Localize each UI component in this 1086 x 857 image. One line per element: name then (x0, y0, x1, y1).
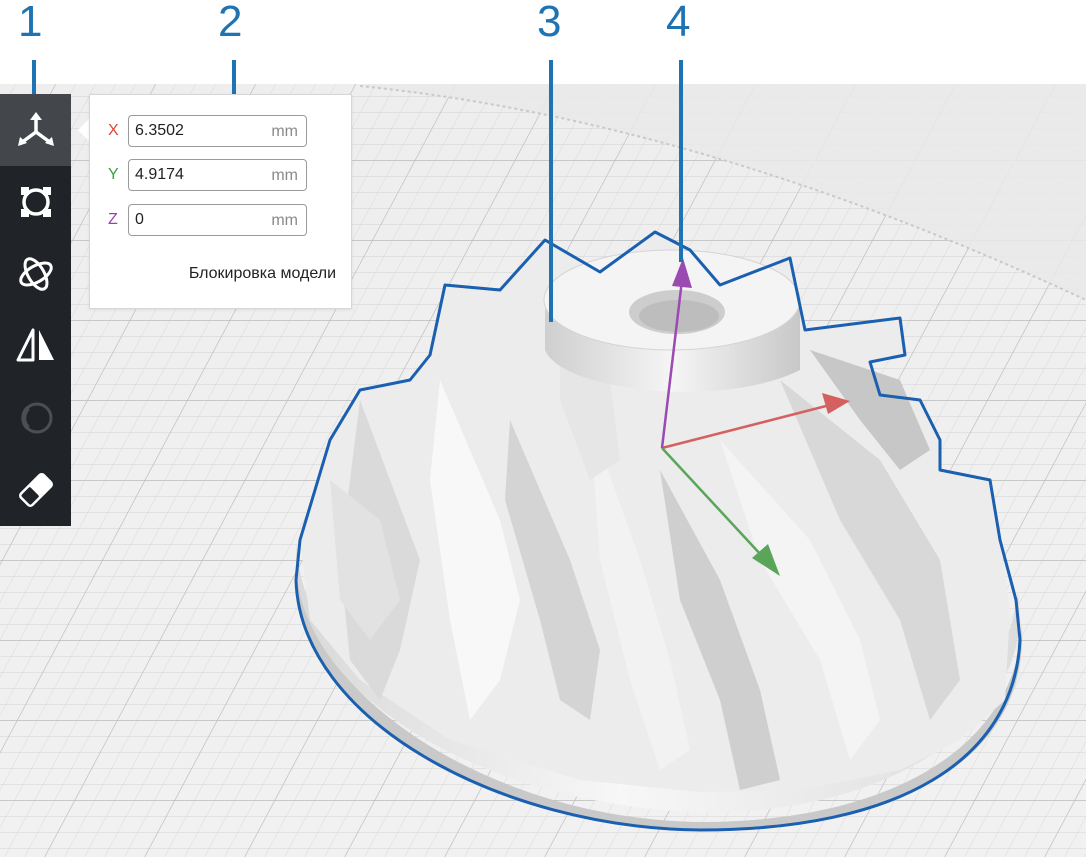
callout-1: 1 (18, 0, 43, 46)
rotate-icon (18, 257, 53, 291)
move-tool-button[interactable] (0, 94, 71, 166)
z-unit-label: mm (271, 212, 298, 229)
x-axis-label: X (108, 122, 119, 139)
lock-model-checkbox-label[interactable]: Блокировка модели (90, 265, 336, 283)
per-model-settings-button[interactable] (0, 382, 71, 454)
y-axis-label: Y (108, 166, 119, 183)
per-model-settings-icon (20, 402, 52, 434)
y-position-input[interactable] (135, 165, 255, 185)
z-axis-row: Z mm (90, 204, 353, 238)
y-unit-label: mm (271, 167, 298, 184)
callout-3: 3 (537, 0, 562, 46)
z-position-input[interactable] (135, 210, 255, 230)
x-position-field[interactable]: mm (128, 115, 307, 147)
x-position-input[interactable] (135, 121, 255, 141)
support-blocker-button[interactable] (0, 454, 71, 526)
y-axis-row: Y mm (90, 159, 353, 193)
x-unit-label: mm (271, 123, 298, 140)
z-position-field[interactable]: mm (128, 204, 307, 236)
move-icon (17, 112, 54, 146)
z-axis-label: Z (108, 211, 118, 228)
tool-toolbar (0, 94, 71, 526)
scale-tool-button[interactable] (0, 166, 71, 238)
callout-4: 4 (666, 0, 691, 46)
rotate-tool-button[interactable] (0, 238, 71, 310)
scale-icon (20, 187, 51, 217)
move-tool-panel: X mm Y mm Z mm Блокировка модели (89, 94, 352, 309)
x-axis-row: X mm (90, 115, 353, 149)
support-blocker-icon (18, 473, 53, 507)
mirror-tool-button[interactable] (0, 310, 71, 382)
y-position-field[interactable]: mm (128, 159, 307, 191)
mirror-icon (16, 328, 54, 362)
callout-2: 2 (218, 0, 243, 46)
